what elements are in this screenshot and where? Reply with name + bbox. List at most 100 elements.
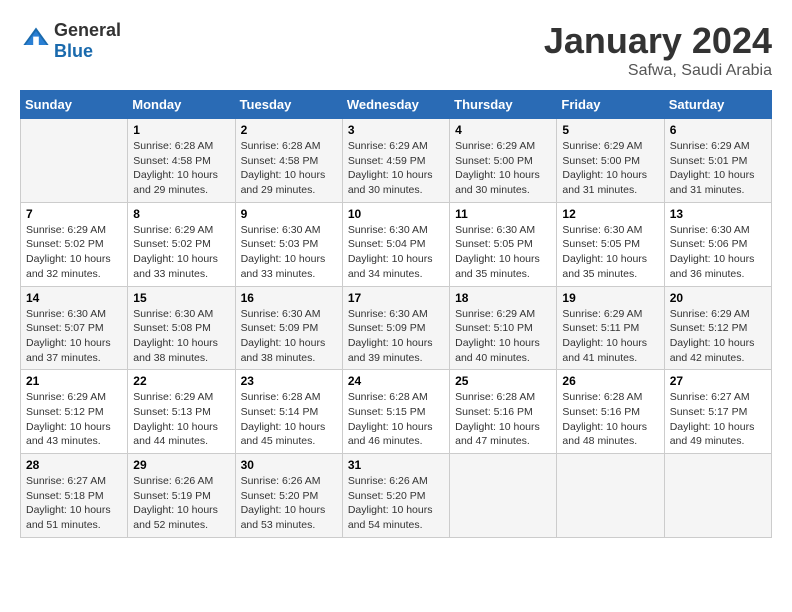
calendar-cell: 7 Sunrise: 6:29 AM Sunset: 5:02 PM Daylig… xyxy=(21,202,128,286)
logo: General Blue xyxy=(20,20,121,61)
calendar-cell: 6Sunrise: 6:29 AM Sunset: 5:01 PM Daylig… xyxy=(664,119,771,203)
calendar-cell: 11Sunrise: 6:30 AM Sunset: 5:05 PM Dayli… xyxy=(450,202,557,286)
day-info: Sunrise: 6:29 AM Sunset: 4:59 PM Dayligh… xyxy=(348,139,444,198)
day-info: Sunrise: 6:30 AM Sunset: 5:09 PM Dayligh… xyxy=(348,307,444,366)
logo-icon xyxy=(22,24,50,52)
calendar-cell: 8 Sunrise: 6:29 AM Sunset: 5:02 PM Daylig… xyxy=(128,202,235,286)
day-number: 26 xyxy=(562,374,658,388)
day-header-tuesday: Tuesday xyxy=(235,91,342,119)
day-info: Sunrise: 6:28 AM Sunset: 5:14 PM Dayligh… xyxy=(241,390,337,449)
day-number: 31 xyxy=(348,458,444,472)
logo-blue: Blue xyxy=(54,41,93,61)
calendar-cell xyxy=(664,454,771,538)
day-number: 28 xyxy=(26,458,122,472)
calendar-cell: 1Sunrise: 6:28 AM Sunset: 4:58 PM Daylig… xyxy=(128,119,235,203)
day-number: 7 xyxy=(26,207,122,221)
calendar-cell xyxy=(21,119,128,203)
day-number: 25 xyxy=(455,374,551,388)
calendar-cell: 18Sunrise: 6:29 AM Sunset: 5:10 PM Dayli… xyxy=(450,286,557,370)
day-number: 27 xyxy=(670,374,766,388)
day-number: 16 xyxy=(241,291,337,305)
calendar-week-row: 28 Sunrise: 6:27 AM Sunset: 5:18 PM Dayli… xyxy=(21,454,772,538)
calendar-cell: 22Sunrise: 6:29 AM Sunset: 5:13 PM Dayli… xyxy=(128,370,235,454)
day-number: 3 xyxy=(348,123,444,137)
day-info: Sunrise: 6:29 AM Sunset: 5:02 PM Dayligh… xyxy=(26,223,122,282)
month-year-title: January 2024 xyxy=(544,20,772,62)
day-info: Sunrise: 6:26 AM Sunset: 5:19 PM Dayligh… xyxy=(133,474,229,533)
calendar-week-row: 21 Sunrise: 6:29 AM Sunset: 5:12 PM Dayli… xyxy=(21,370,772,454)
calendar-cell: 27 Sunrise: 6:27 AM Sunset: 5:17 PM Dayli… xyxy=(664,370,771,454)
day-info: Sunrise: 6:29 AM Sunset: 5:00 PM Dayligh… xyxy=(455,139,551,198)
day-number: 24 xyxy=(348,374,444,388)
day-number: 9 xyxy=(241,207,337,221)
calendar-cell: 17 Sunrise: 6:30 AM Sunset: 5:09 PM Dayli… xyxy=(342,286,449,370)
day-header-monday: Monday xyxy=(128,91,235,119)
calendar-header-row: SundayMondayTuesdayWednesdayThursdayFrid… xyxy=(21,91,772,119)
day-info: Sunrise: 6:27 AM Sunset: 5:18 PM Dayligh… xyxy=(26,474,122,533)
day-info: Sunrise: 6:27 AM Sunset: 5:17 PM Dayligh… xyxy=(670,390,766,449)
calendar-cell: 31 Sunrise: 6:26 AM Sunset: 5:20 PM Dayli… xyxy=(342,454,449,538)
day-number: 12 xyxy=(562,207,658,221)
day-info: Sunrise: 6:28 AM Sunset: 5:16 PM Dayligh… xyxy=(562,390,658,449)
calendar-cell: 14Sunrise: 6:30 AM Sunset: 5:07 PM Dayli… xyxy=(21,286,128,370)
day-info: Sunrise: 6:28 AM Sunset: 4:58 PM Dayligh… xyxy=(241,139,337,198)
calendar-cell: 29 Sunrise: 6:26 AM Sunset: 5:19 PM Dayli… xyxy=(128,454,235,538)
day-info: Sunrise: 6:30 AM Sunset: 5:09 PM Dayligh… xyxy=(241,307,337,366)
day-number: 19 xyxy=(562,291,658,305)
calendar-table: SundayMondayTuesdayWednesdayThursdayFrid… xyxy=(20,90,772,538)
page-header: General Blue January 2024 Safwa, Saudi A… xyxy=(20,20,772,80)
day-header-wednesday: Wednesday xyxy=(342,91,449,119)
calendar-cell xyxy=(450,454,557,538)
day-info: Sunrise: 6:30 AM Sunset: 5:04 PM Dayligh… xyxy=(348,223,444,282)
calendar-cell: 5 Sunrise: 6:29 AM Sunset: 5:00 PM Daylig… xyxy=(557,119,664,203)
day-number: 23 xyxy=(241,374,337,388)
calendar-cell: 4 Sunrise: 6:29 AM Sunset: 5:00 PM Daylig… xyxy=(450,119,557,203)
calendar-cell: 19 Sunrise: 6:29 AM Sunset: 5:11 PM Dayli… xyxy=(557,286,664,370)
day-info: Sunrise: 6:30 AM Sunset: 5:05 PM Dayligh… xyxy=(562,223,658,282)
day-info: Sunrise: 6:29 AM Sunset: 5:00 PM Dayligh… xyxy=(562,139,658,198)
location-subtitle: Safwa, Saudi Arabia xyxy=(544,62,772,80)
day-number: 21 xyxy=(26,374,122,388)
day-info: Sunrise: 6:29 AM Sunset: 5:02 PM Dayligh… xyxy=(133,223,229,282)
day-number: 29 xyxy=(133,458,229,472)
calendar-cell: 25Sunrise: 6:28 AM Sunset: 5:16 PM Dayli… xyxy=(450,370,557,454)
calendar-cell: 30 Sunrise: 6:26 AM Sunset: 5:20 PM Dayli… xyxy=(235,454,342,538)
calendar-cell: 24Sunrise: 6:28 AM Sunset: 5:15 PM Dayli… xyxy=(342,370,449,454)
calendar-cell: 13Sunrise: 6:30 AM Sunset: 5:06 PM Dayli… xyxy=(664,202,771,286)
day-info: Sunrise: 6:29 AM Sunset: 5:12 PM Dayligh… xyxy=(26,390,122,449)
day-header-sunday: Sunday xyxy=(21,91,128,119)
calendar-cell: 2 Sunrise: 6:28 AM Sunset: 4:58 PM Daylig… xyxy=(235,119,342,203)
day-number: 18 xyxy=(455,291,551,305)
day-header-thursday: Thursday xyxy=(450,91,557,119)
day-number: 14 xyxy=(26,291,122,305)
calendar-week-row: 7 Sunrise: 6:29 AM Sunset: 5:02 PM Daylig… xyxy=(21,202,772,286)
day-info: Sunrise: 6:29 AM Sunset: 5:11 PM Dayligh… xyxy=(562,307,658,366)
calendar-cell: 23 Sunrise: 6:28 AM Sunset: 5:14 PM Dayli… xyxy=(235,370,342,454)
day-info: Sunrise: 6:26 AM Sunset: 5:20 PM Dayligh… xyxy=(241,474,337,533)
day-number: 5 xyxy=(562,123,658,137)
day-info: Sunrise: 6:29 AM Sunset: 5:01 PM Dayligh… xyxy=(670,139,766,198)
calendar-cell xyxy=(557,454,664,538)
day-number: 4 xyxy=(455,123,551,137)
day-number: 30 xyxy=(241,458,337,472)
day-info: Sunrise: 6:26 AM Sunset: 5:20 PM Dayligh… xyxy=(348,474,444,533)
calendar-week-row: 1Sunrise: 6:28 AM Sunset: 4:58 PM Daylig… xyxy=(21,119,772,203)
day-number: 8 xyxy=(133,207,229,221)
day-number: 11 xyxy=(455,207,551,221)
calendar-cell: 26 Sunrise: 6:28 AM Sunset: 5:16 PM Dayli… xyxy=(557,370,664,454)
calendar-cell: 3 Sunrise: 6:29 AM Sunset: 4:59 PM Daylig… xyxy=(342,119,449,203)
calendar-cell: 12 Sunrise: 6:30 AM Sunset: 5:05 PM Dayli… xyxy=(557,202,664,286)
day-number: 15 xyxy=(133,291,229,305)
day-number: 17 xyxy=(348,291,444,305)
day-number: 20 xyxy=(670,291,766,305)
day-info: Sunrise: 6:30 AM Sunset: 5:08 PM Dayligh… xyxy=(133,307,229,366)
day-info: Sunrise: 6:29 AM Sunset: 5:13 PM Dayligh… xyxy=(133,390,229,449)
calendar-cell: 9Sunrise: 6:30 AM Sunset: 5:03 PM Daylig… xyxy=(235,202,342,286)
day-number: 2 xyxy=(241,123,337,137)
calendar-cell: 10Sunrise: 6:30 AM Sunset: 5:04 PM Dayli… xyxy=(342,202,449,286)
calendar-cell: 20Sunrise: 6:29 AM Sunset: 5:12 PM Dayli… xyxy=(664,286,771,370)
day-header-saturday: Saturday xyxy=(664,91,771,119)
day-number: 13 xyxy=(670,207,766,221)
logo-general: General xyxy=(54,20,121,40)
title-block: January 2024 Safwa, Saudi Arabia xyxy=(544,20,772,80)
